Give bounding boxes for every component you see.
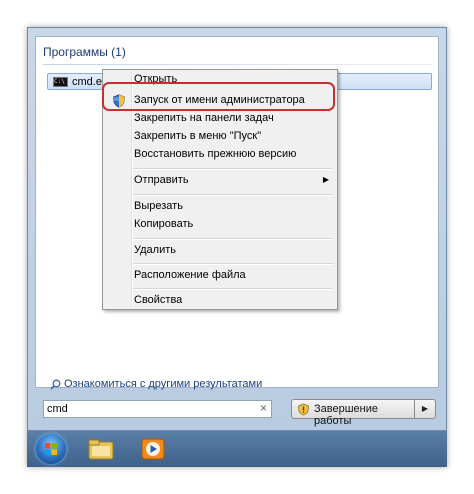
taskbar [27, 431, 447, 467]
menu-item-cut[interactable]: Вырезать [105, 198, 335, 216]
shutdown-group: Завершение работы ▶ [291, 399, 437, 427]
menu-item-label: Закрепить в меню "Пуск" [134, 130, 262, 142]
windows-logo-icon [45, 443, 57, 455]
menu-item-send-to[interactable]: Отправить ▶ [105, 172, 335, 190]
menu-item-label: Восстановить прежнюю версию [134, 148, 297, 160]
menu-item-pin-taskbar[interactable]: Закрепить на панели задач [105, 110, 335, 128]
see-more-results-link[interactable]: Ознакомиться с другими результатами [50, 378, 262, 390]
programs-header: Программы (1) [43, 45, 126, 59]
menu-separator [133, 194, 333, 196]
menu-item-label: Отправить [134, 174, 189, 186]
shutdown-options-button[interactable]: ▶ [414, 399, 436, 419]
windows-start-orb[interactable] [36, 434, 66, 464]
media-player-icon[interactable] [139, 437, 167, 461]
shutdown-label: Завершение работы [314, 403, 378, 427]
shutdown-button[interactable]: Завершение работы [291, 399, 415, 427]
menu-item-label: Расположение файла [134, 269, 246, 281]
menu-separator [133, 168, 333, 170]
submenu-arrow-icon: ▶ [322, 175, 329, 184]
menu-item-delete[interactable]: Удалить [105, 242, 335, 260]
menu-separator [133, 263, 333, 265]
menu-item-properties[interactable]: Свойства [105, 292, 335, 310]
menu-item-file-location[interactable]: Расположение файла [105, 267, 335, 285]
search-input[interactable] [47, 402, 247, 416]
menu-item-label: Свойства [134, 294, 183, 306]
explorer-folder-icon[interactable] [87, 437, 115, 461]
menu-item-copy[interactable]: Копировать [105, 216, 335, 234]
menu-item-pin-start[interactable]: Закрепить в меню "Пуск" [105, 128, 335, 146]
screenshot-frame: Программы (1) C:\ cmd.exe Ознакомиться с… [27, 27, 447, 467]
menu-item-label: Удалить [134, 244, 176, 256]
menu-separator [133, 288, 333, 290]
menu-item-label: Закрепить на панели задач [134, 112, 274, 124]
menu-separator [133, 238, 333, 240]
header-divider [43, 64, 432, 65]
menu-item-label: Копировать [134, 218, 194, 230]
search-input-box[interactable]: × [43, 400, 272, 418]
shutdown-shield-icon [298, 403, 309, 416]
see-more-label: Ознакомиться с другими результатами [64, 378, 263, 390]
highlight-annotation [102, 82, 335, 111]
clear-search-icon[interactable]: × [260, 401, 267, 415]
menu-item-label: Вырезать [134, 200, 183, 212]
magnifier-icon [50, 379, 61, 390]
menu-item-restore-previous[interactable]: Восстановить прежнюю версию [105, 146, 335, 164]
cmd-icon: C:\ [53, 77, 68, 87]
